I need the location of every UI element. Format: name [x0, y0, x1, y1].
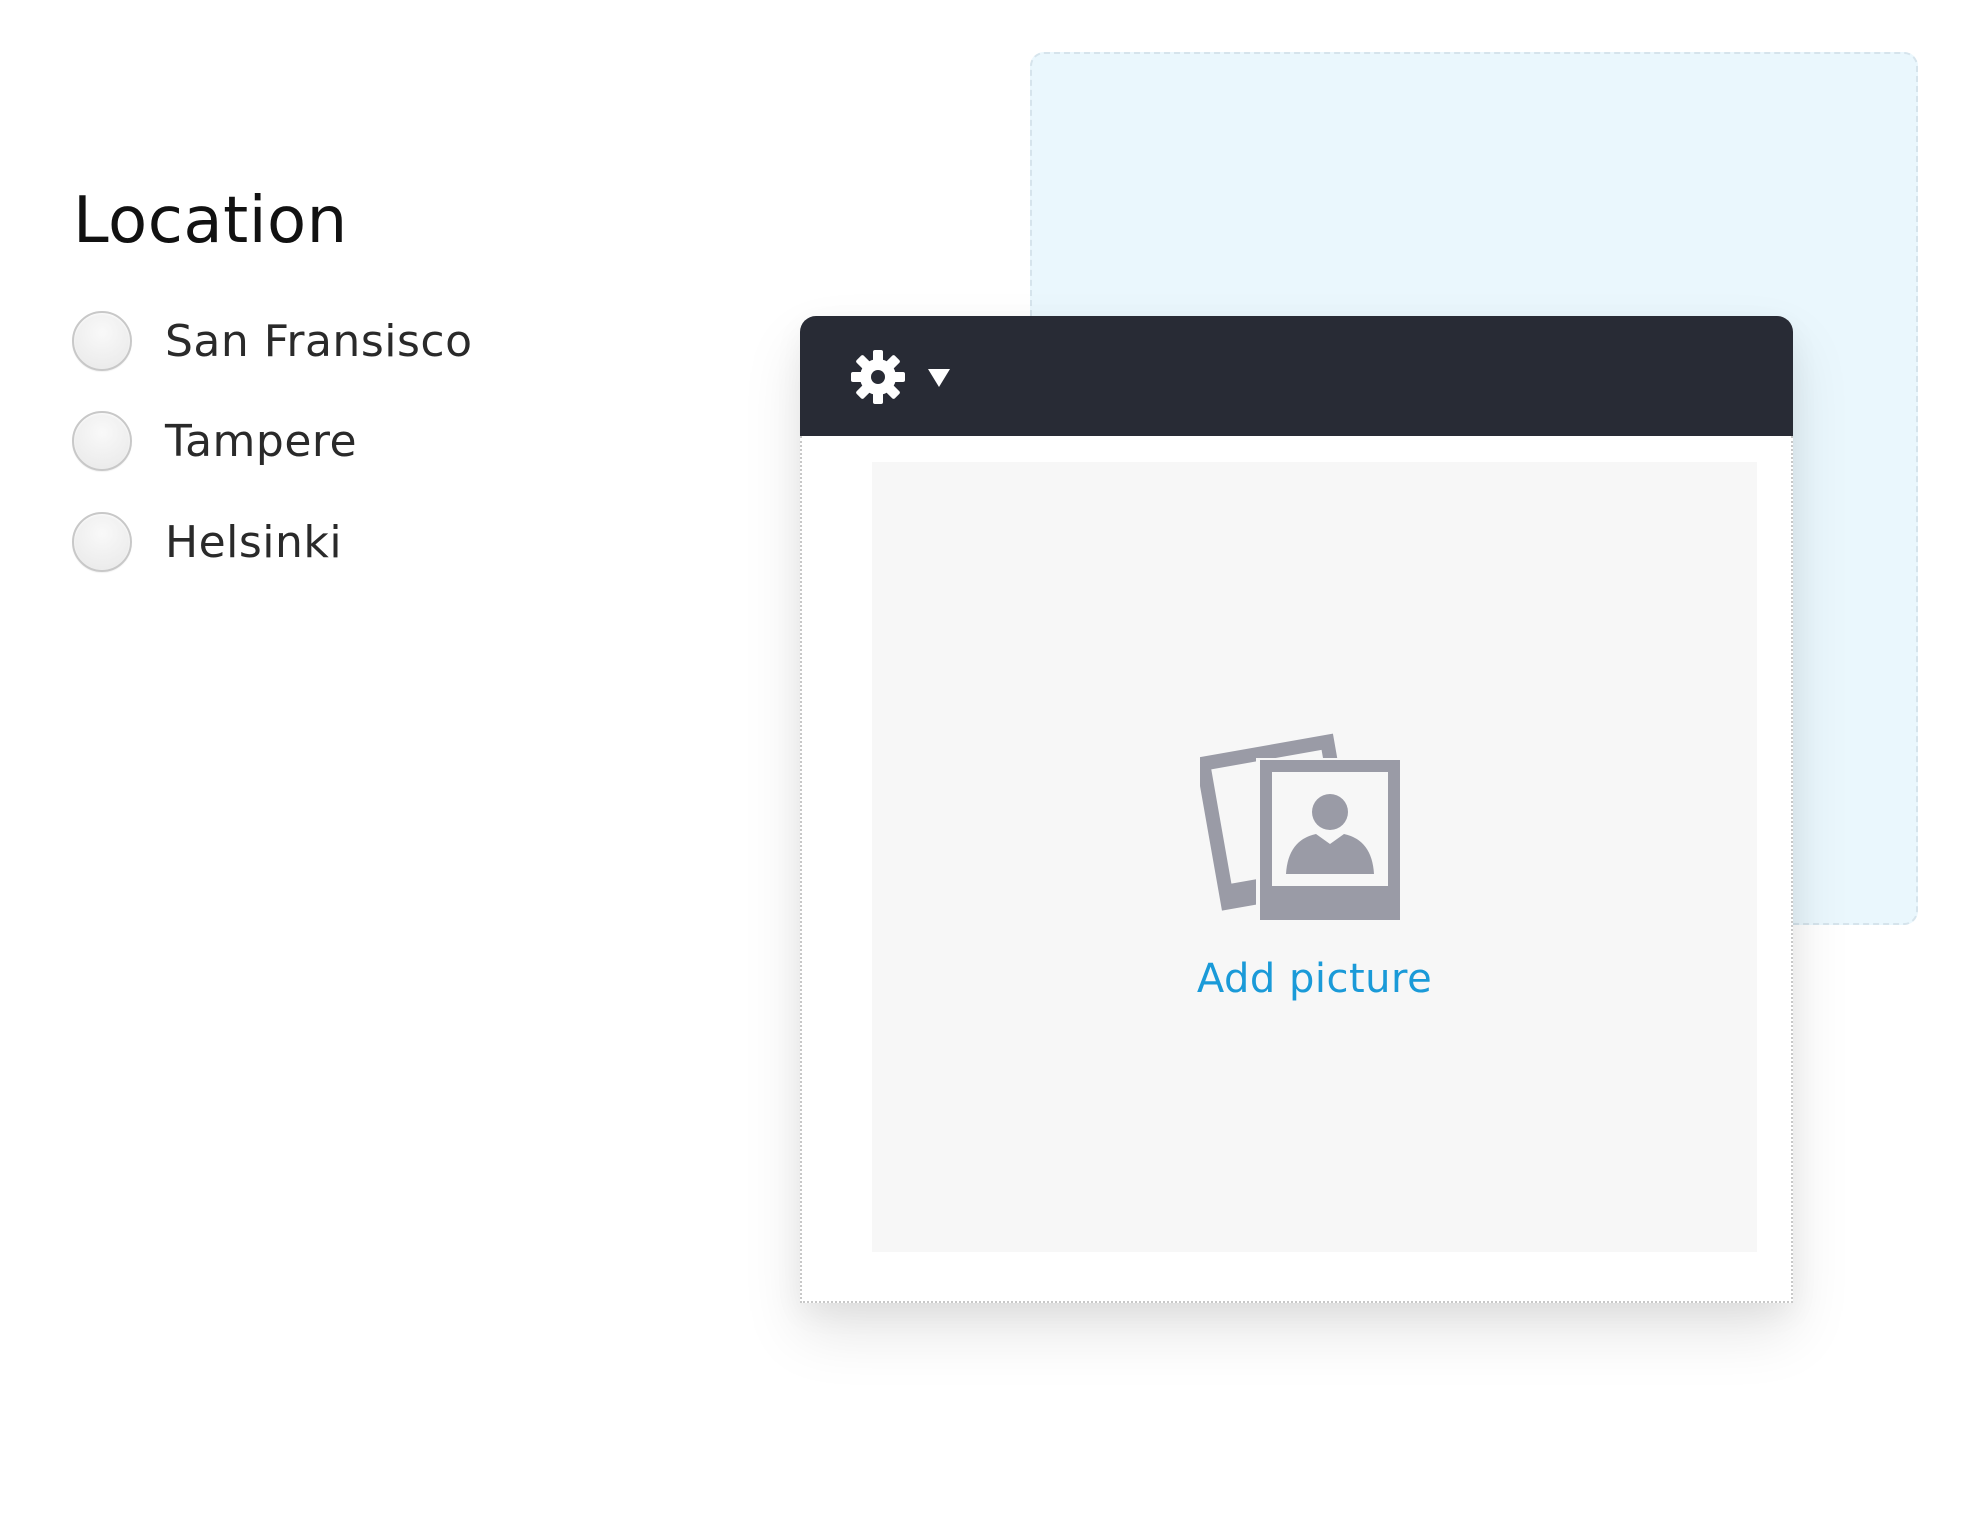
radio-option-helsinki[interactable]: Helsinki [72, 510, 342, 574]
settings-dropdown-button[interactable] [850, 349, 970, 405]
radio-label: San Fransisco [165, 315, 473, 367]
location-title: Location [73, 184, 348, 258]
settings-icons [851, 350, 950, 404]
radio-label: Helsinki [165, 516, 343, 568]
widget-toolbar [800, 316, 1793, 436]
radio-option-tampere[interactable]: Tampere [72, 409, 357, 473]
caret-down-icon [928, 369, 950, 387]
widget-body: Add picture [800, 436, 1793, 1303]
gear-icon [851, 350, 905, 404]
radio-button[interactable] [72, 411, 132, 471]
radio-button[interactable] [72, 311, 132, 371]
photos-icon [1200, 733, 1400, 920]
add-picture-link[interactable]: Add picture [872, 956, 1757, 1002]
picture-widget: Add picture [800, 316, 1793, 1303]
radio-label: Tampere [165, 415, 358, 467]
radio-option-san-fransisco[interactable]: San Fransisco [72, 309, 473, 373]
picture-placeholder[interactable]: Add picture [872, 462, 1757, 1252]
radio-button[interactable] [72, 512, 132, 572]
